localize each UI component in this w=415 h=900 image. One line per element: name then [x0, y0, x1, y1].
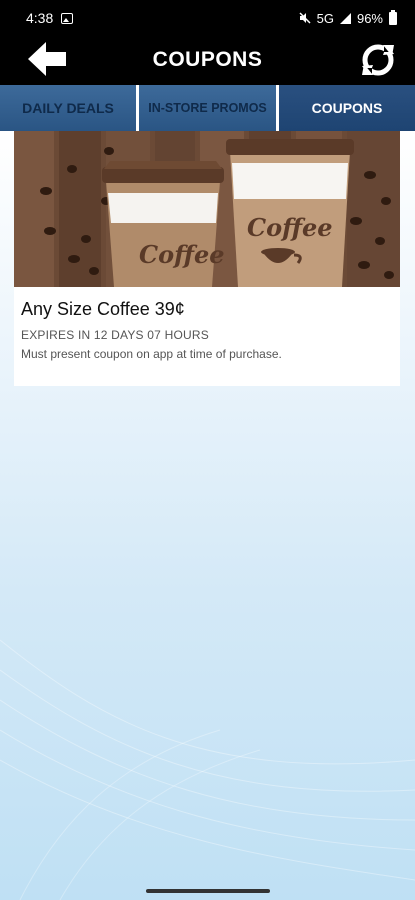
network-type: 5G — [316, 10, 334, 26]
coffee-coupon-image: Coffee Coffee — [14, 131, 400, 287]
tab-daily-deals[interactable]: DAILY DEALS — [0, 85, 136, 131]
coffee-cup-label-left: Coffee — [139, 240, 225, 269]
signal-icon — [339, 12, 351, 24]
page-title: COUPONS — [152, 48, 263, 71]
battery-percent: 96% — [356, 10, 383, 26]
coffee-cup-label-right: Coffee — [247, 213, 333, 242]
coupon-note: Must present coupon on app at time of pu… — [21, 347, 282, 361]
background-wave — [0, 639, 415, 900]
tab-in-store-promos[interactable]: IN-STORE PROMOS — [139, 85, 276, 131]
image-notification-icon — [61, 12, 74, 24]
coupon-list[interactable]: Coffee Coffee Any Size Coffee 39¢ EXPIRE… — [0, 131, 415, 900]
status-time: 4:38 — [26, 10, 54, 26]
back-arrow-icon[interactable] — [26, 40, 68, 78]
gesture-nav-bar[interactable] — [146, 889, 270, 893]
tab-coupons[interactable]: COUPONS — [279, 85, 415, 131]
coupon-card[interactable]: Coffee Coffee Any Size Coffee 39¢ EXPIRE… — [14, 131, 400, 386]
coupon-expiry: EXPIRES IN 12 DAYS 07 HOURS — [21, 328, 209, 342]
refresh-icon[interactable] — [359, 42, 397, 78]
status-bar: 4:38 5G 96% — [0, 0, 415, 36]
app-header: COUPONS — [0, 36, 415, 84]
battery-icon — [389, 9, 397, 25]
coupon-title: Any Size Coffee 39¢ — [21, 299, 185, 319]
mute-icon — [299, 12, 311, 24]
tab-bar: DAILY DEALS IN-STORE PROMOS COUPONS — [0, 85, 415, 131]
